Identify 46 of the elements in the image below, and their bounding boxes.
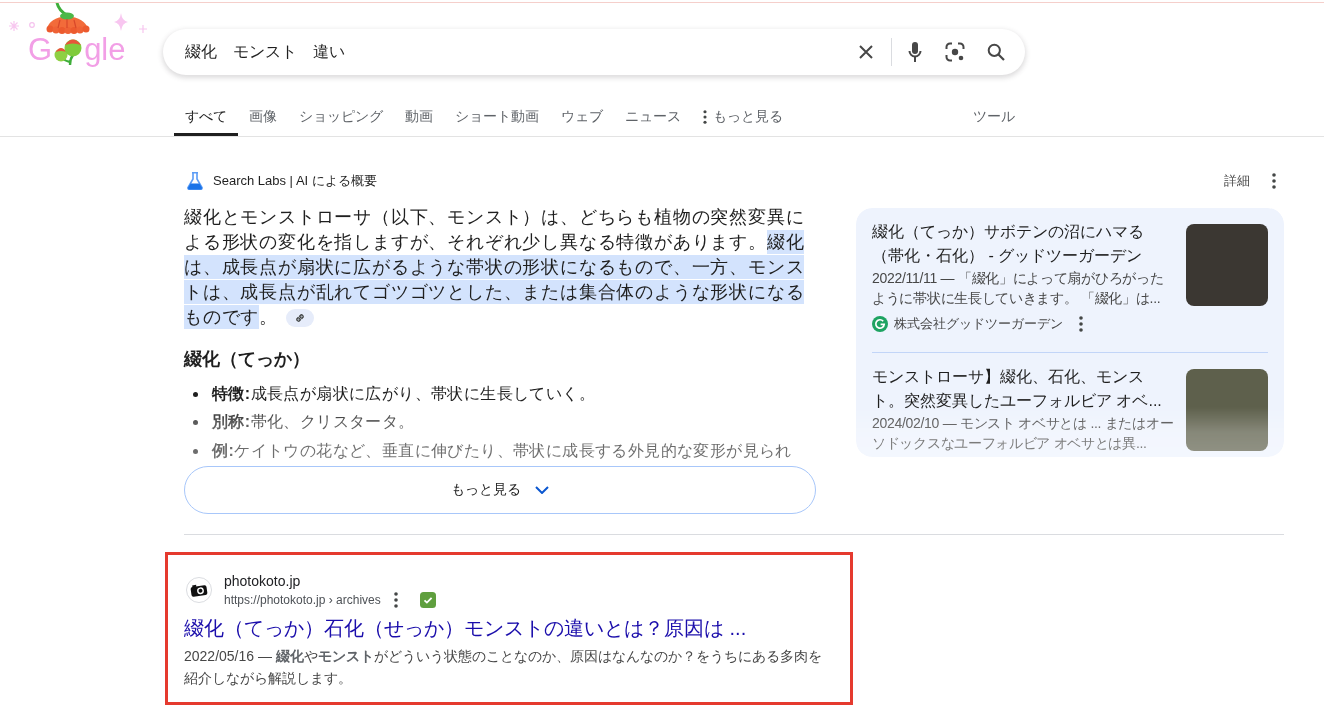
link-button[interactable]: [286, 309, 314, 328]
details-link[interactable]: 詳細: [1224, 172, 1250, 190]
source-title[interactable]: モンストローサ】綴化、石化、モンスト。突然変異したユーフォルビア オベ...: [872, 365, 1174, 413]
tools-button[interactable]: ツール: [962, 100, 1026, 136]
source-title[interactable]: 綴化（てっか）サボテンの沼にハマる（帯化・石化） - グッドツーガーデン: [872, 220, 1174, 268]
source-name: 株式会社グッドツーガーデン: [894, 315, 1063, 333]
camera-icon: [186, 576, 212, 603]
logo-text: G: [28, 34, 53, 65]
result-url: https://photokoto.jp › archives: [224, 592, 381, 607]
mic-icon[interactable]: [908, 42, 922, 62]
search-icon[interactable]: [987, 43, 1005, 61]
tab[interactable]: すべて: [174, 100, 238, 136]
bullet-text: 別称:帯化、クリスタータ。: [212, 412, 415, 433]
section-heading: 綴化（てっか）: [184, 348, 311, 371]
tab[interactable]: ショート動画: [444, 100, 550, 136]
source-snippet: 2024/02/10 — モンスト オベサとは ... またはオーソドックスなユーフォルビア オベサとは異...: [872, 414, 1174, 453]
tab[interactable]: ニュース: [614, 100, 692, 136]
tab[interactable]: 動画: [394, 100, 444, 136]
flask-icon: [187, 172, 203, 190]
bullet-icon: [193, 448, 198, 454]
bullet-text: 例:ケイトウの花など、垂直に伸びたり、帯状に成長する外見的な変形が見られ: [212, 440, 792, 461]
more-options-icon: [703, 109, 707, 124]
source-snippet: 2022/11/11 — 「綴化」によって扇がひろがったように帯状に生長していきます。 「綴化」は...: [872, 269, 1165, 308]
tab[interactable]: ショッピング: [288, 100, 394, 136]
site-logo-icon: [872, 316, 888, 332]
bullet-icon: [193, 391, 198, 397]
bullet-text: 特徴:成長点が扇状に広がり、帯状に生長していく。: [212, 383, 595, 404]
chevron-down-icon: [535, 485, 549, 494]
close-icon[interactable]: [859, 45, 873, 59]
overview-text: 綴化とモンストローサ（以下、モンスト）は、どちらも植物の突然変異による形状の変化を指しますが、それぞれ少し異なる特徴があります。綴化は、成長点が扇状に広がるような帯状の形状になるもので、一方、モンストは、成長点が乱れてゴツゴツとした、または集合体のような形状になるものです。: [184, 206, 806, 330]
lens-icon[interactable]: [945, 42, 965, 62]
more-options-icon[interactable]: [1079, 316, 1083, 332]
bullet-icon: [193, 420, 198, 426]
search-input[interactable]: 綴化 モンスト 違い: [185, 40, 839, 64]
logo-text: gle: [84, 34, 126, 65]
tab[interactable]: 画像: [238, 100, 288, 136]
more-options-icon[interactable]: [393, 591, 398, 608]
result-title[interactable]: 綴化（てっか）石化（せっか）モンストの違いとは？原因は ...: [184, 614, 834, 641]
tab[interactable]: ウェブ: [550, 100, 614, 136]
show-more-button[interactable]: もっと見る: [184, 465, 816, 514]
more-options-icon[interactable]: [1272, 173, 1276, 189]
site-name: photokoto.jp: [224, 571, 302, 591]
link-icon: [294, 312, 306, 325]
overview-title: Search Labs | AI による概要: [213, 172, 377, 190]
more-tab[interactable]: もっと見る: [692, 100, 794, 136]
result-snippet: 2022/05/16 — 綴化やモンストがどういう状態のことなのか、原因はなんなのか？をうちにある多肉を紹介しながら解説します。: [184, 646, 823, 688]
